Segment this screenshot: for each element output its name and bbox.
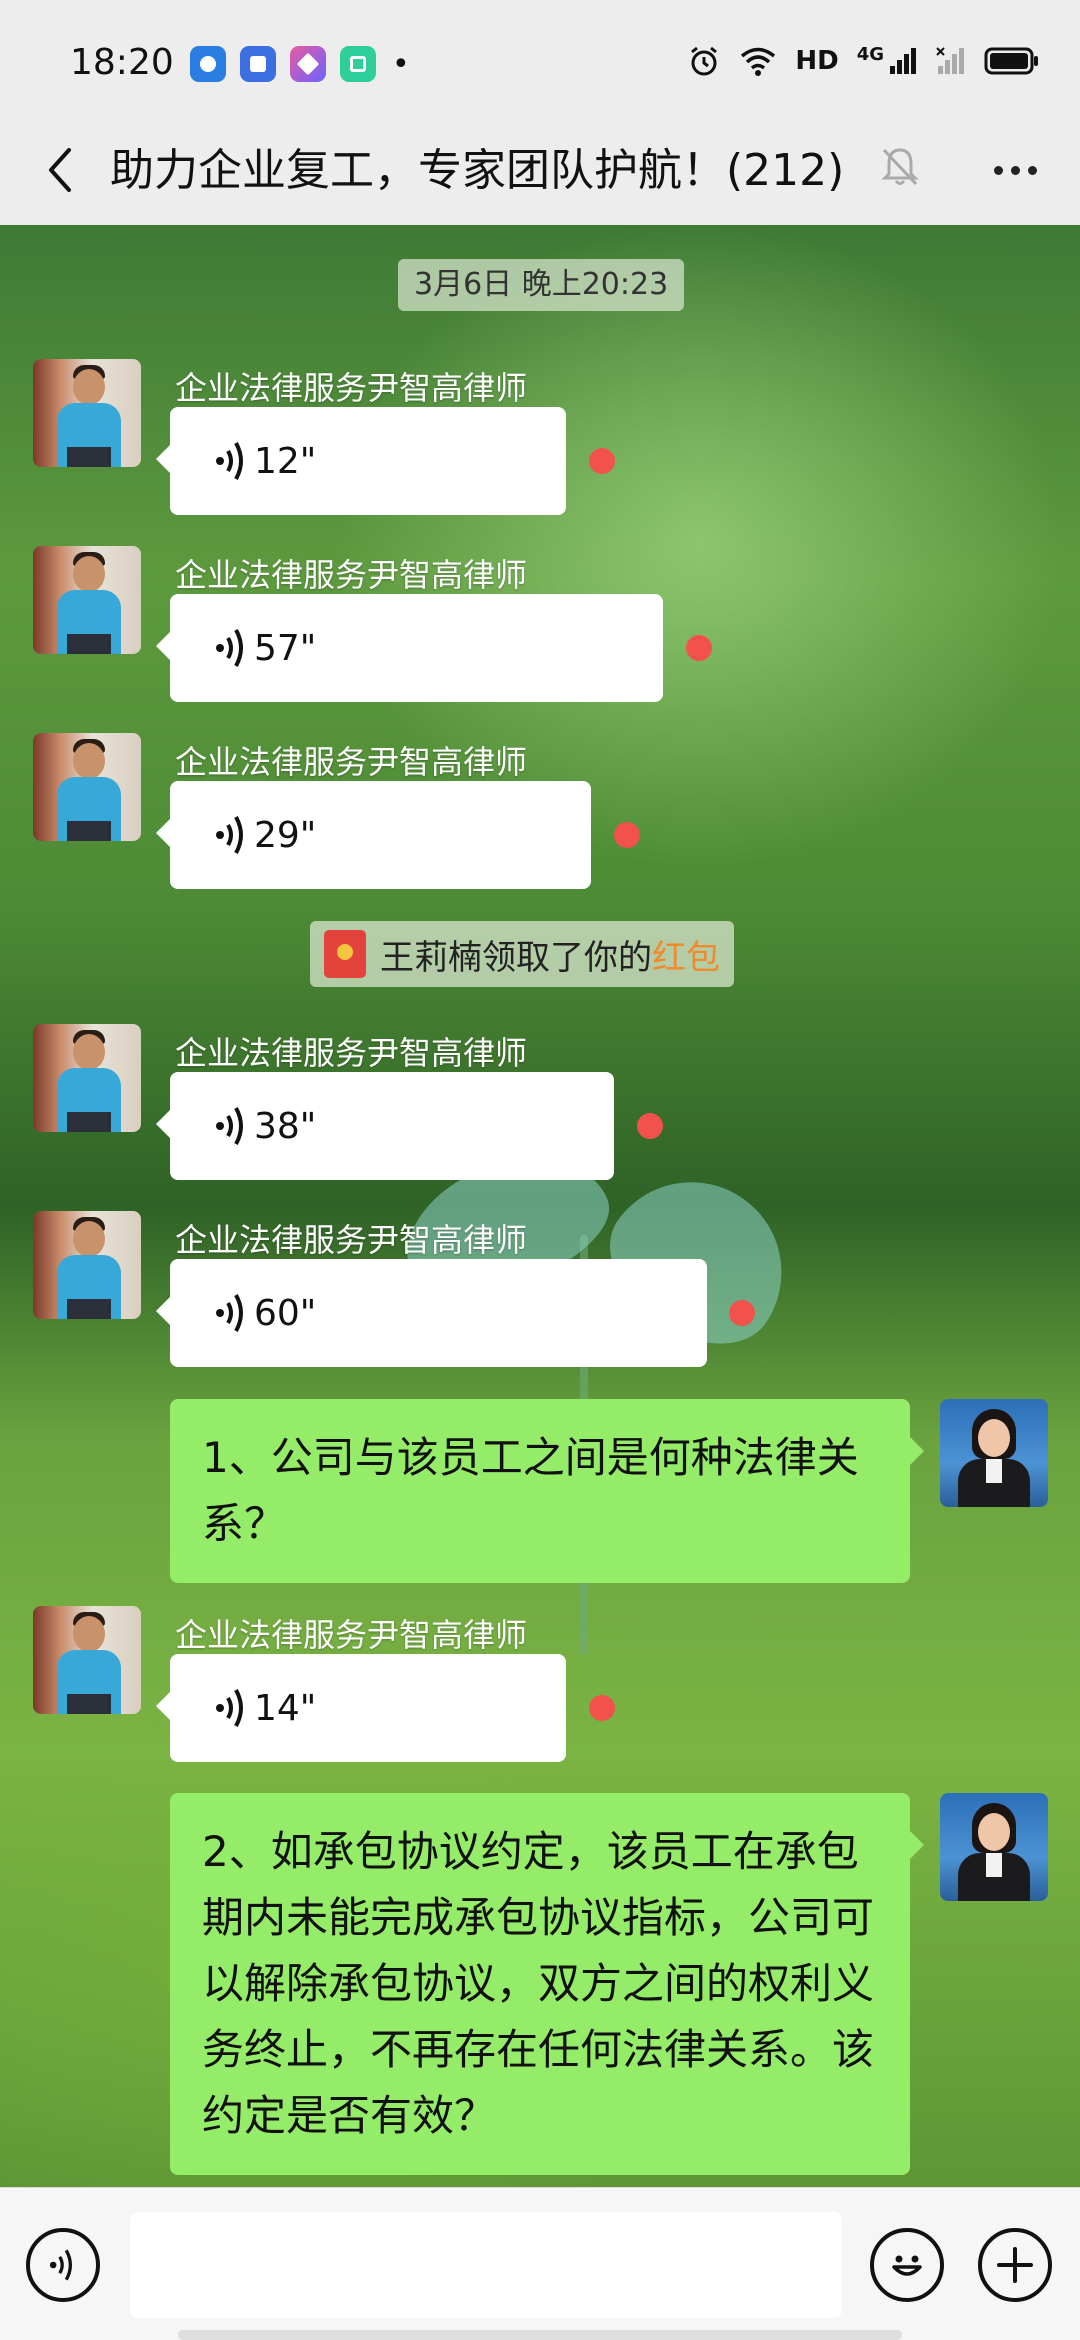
app-arrow-icon [290, 46, 326, 82]
chat-title: 助力企业复工，专家团队护航！(212) [110, 145, 845, 196]
sender-name: 企业法律服务尹智高律师 [175, 1616, 528, 1654]
sender-name: 企业法律服务尹智高律师 [175, 369, 528, 407]
app-blue-ring-icon [190, 46, 226, 82]
sender-name: 企业法律服务尹智高律师 [175, 743, 528, 781]
sender-avatar[interactable] [33, 359, 141, 467]
sender-avatar[interactable] [33, 733, 141, 841]
app-blue-square-icon [240, 46, 276, 82]
voice-duration: 12" [254, 440, 317, 482]
voice-wave-icon [49, 2249, 72, 2281]
more-functions-button[interactable] [978, 2228, 1052, 2302]
sender-name: 企业法律服务尹智高律师 [175, 1221, 528, 1259]
unread-indicator [589, 448, 615, 474]
status-time: 18:20 [70, 42, 174, 83]
own-avatar[interactable] [940, 1399, 1048, 1507]
voice-message-bubble[interactable]: 60" [156, 1259, 707, 1367]
sender-avatar[interactable] [33, 1024, 141, 1132]
signal-empty-icon [936, 47, 964, 74]
voice-message-bubble[interactable]: 12" [156, 407, 566, 515]
back-button[interactable] [30, 140, 90, 200]
voice-wave-icon [216, 1107, 243, 1145]
text-message-bubble[interactable]: 1、公司与该员工之间是何种法律关系？ [170, 1399, 924, 1583]
network-4g-label: 4G [856, 43, 884, 65]
voice-message-bubble[interactable]: 14" [156, 1654, 566, 1762]
voice-duration: 38" [254, 1105, 317, 1147]
hd-label: HD [795, 46, 839, 76]
app-green-box-icon [340, 46, 376, 82]
signal-icon [890, 48, 916, 74]
sender-avatar[interactable] [33, 546, 141, 654]
chevron-left-icon [49, 148, 71, 192]
unread-indicator [729, 1300, 755, 1326]
unread-indicator [686, 635, 712, 661]
red-packet-link[interactable]: 红包 [652, 930, 720, 979]
unread-indicator [614, 822, 640, 848]
own-avatar[interactable] [940, 1793, 1048, 1901]
voice-wave-icon [216, 1689, 243, 1727]
red-packet-notice: 王莉楠领取了你的 红包 [310, 921, 734, 987]
emoji-button[interactable] [870, 2228, 944, 2302]
voice-wave-icon [216, 1294, 243, 1332]
sender-name: 企业法律服务尹智高律师 [175, 556, 528, 594]
more-options-button[interactable] [980, 140, 1050, 200]
alarm-icon [691, 46, 718, 76]
voice-wave-icon [216, 816, 243, 854]
message-timestamp: 3月6日 晚上20:23 [398, 259, 685, 311]
home-indicator[interactable] [178, 2330, 902, 2340]
chat-message-list[interactable]: 3月6日 晚上20:23 企业法律服务尹智高律师 12" 企业法律服务尹智高律师… [0, 225, 1080, 2187]
status-more-dot: • [392, 46, 410, 82]
voice-duration: 29" [254, 814, 317, 856]
red-packet-notice-text: 王莉楠领取了你的 [380, 937, 652, 978]
battery-icon [984, 47, 1038, 75]
voice-message-bubble[interactable]: 38" [156, 1072, 614, 1180]
sender-name: 企业法律服务尹智高律师 [175, 1034, 528, 1072]
voice-wave-icon [216, 629, 243, 667]
voice-duration: 14" [254, 1687, 317, 1729]
wifi-icon [741, 47, 776, 76]
voice-duration: 57" [254, 627, 317, 669]
status-right-icons: HD 4G [687, 44, 1040, 78]
chat-header: 助力企业复工，专家团队护航！(212) [0, 120, 1080, 225]
voice-duration: 60" [254, 1292, 317, 1334]
message-input[interactable] [130, 2212, 842, 2318]
sender-avatar[interactable] [33, 1606, 141, 1714]
unread-indicator [589, 1695, 615, 1721]
status-app-icons: • [190, 46, 410, 82]
plus-icon [997, 2247, 1033, 2283]
chat-input-bar [0, 2187, 1080, 2340]
sender-avatar[interactable] [33, 1211, 141, 1319]
voice-message-bubble[interactable]: 29" [156, 781, 591, 889]
mute-bell-icon [875, 142, 925, 192]
unread-indicator [637, 1113, 663, 1139]
voice-wave-icon [216, 442, 243, 480]
status-bar: 18:20 • HD 4G [0, 0, 1080, 120]
voice-input-button[interactable] [26, 2228, 100, 2302]
red-packet-icon [324, 930, 366, 978]
text-message-bubble[interactable]: 2、如承包协议约定，该员工在承包期内未能完成承包协议指标，公司可以解除承包协议，… [170, 1793, 924, 2175]
smile-icon [892, 2255, 922, 2276]
voice-message-bubble[interactable]: 57" [156, 594, 663, 702]
